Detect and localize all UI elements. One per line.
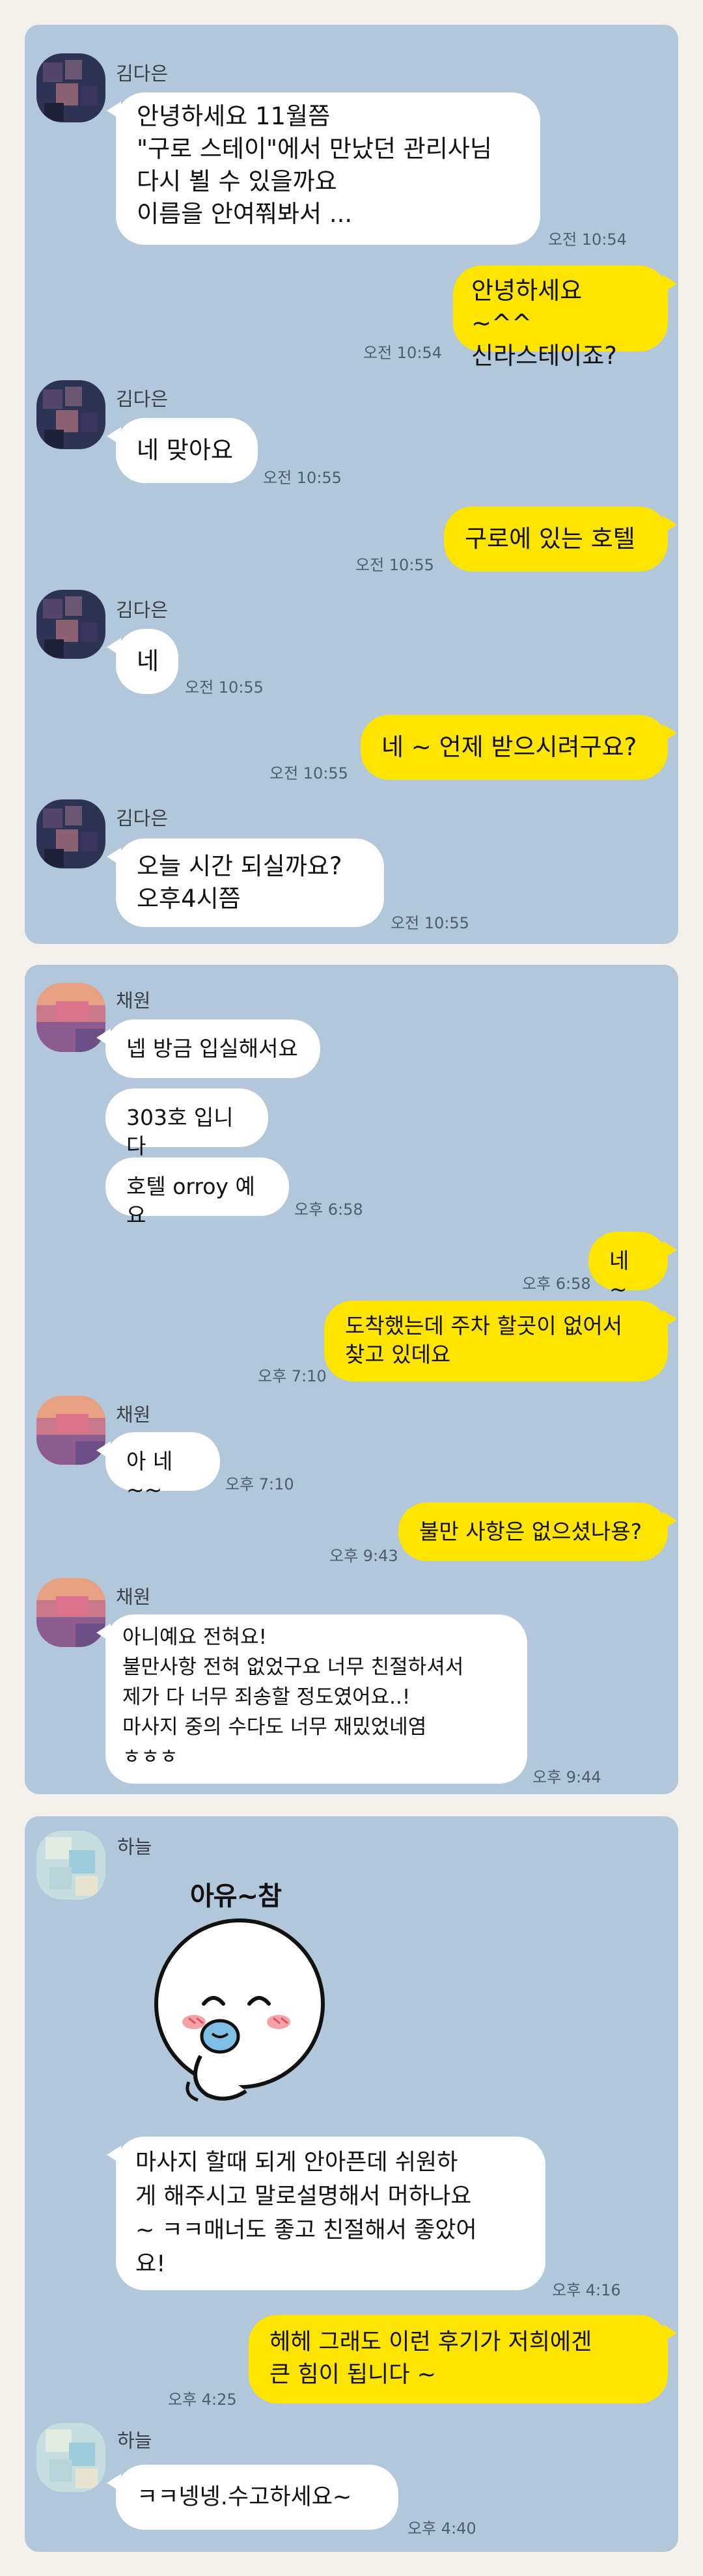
sender-name: 김다은 — [116, 599, 169, 621]
message-time: 오전 10:55 — [355, 556, 434, 574]
message-outgoing[interactable]: 헤헤 그래도 이런 후기가 저희에겐 큰 힘이 됩니다 ~ — [249, 2315, 677, 2403]
message-incoming[interactable]: 303호 입니다 — [105, 1088, 268, 1159]
avatar-chaewon[interactable] — [36, 1396, 105, 1465]
message-outgoing[interactable]: 안녕하세요 ~^^ 신라스테이죠? — [453, 266, 677, 370]
message-outgoing[interactable]: 네 ~ — [588, 1232, 677, 1302]
avatar-kim-daeun[interactable] — [36, 380, 105, 449]
avatar-kim-daeun[interactable] — [36, 590, 105, 659]
avatar-chaewon[interactable] — [36, 983, 105, 1052]
avatar-haneul[interactable] — [36, 1831, 105, 1900]
message-time: 오후 6:58 — [522, 1275, 591, 1293]
message-incoming[interactable]: 안녕하세요 11월쯤 "구로 스테이"에서 만났던 관리사님 다시 뵐 수 있을… — [107, 92, 540, 245]
blushing-face-sticker-icon[interactable]: 아유~참 — [142, 1875, 337, 2122]
message-incoming[interactable]: 네 맞아요 — [107, 418, 258, 483]
message-outgoing[interactable]: 도착했는데 주차 할곳이 없어서 찾고 있데요 — [324, 1301, 677, 1381]
message-time: 오후 9:44 — [532, 1768, 601, 1786]
message-incoming[interactable]: ㅋㅋ넹넹.수고하세요~ — [107, 2465, 398, 2530]
message-incoming[interactable]: 오늘 시간 되실까요? 오후4시쯤 — [107, 838, 384, 927]
message-time: 오전 10:55 — [263, 469, 342, 487]
avatar-chaewon[interactable] — [36, 1578, 105, 1647]
message-time: 오후 6:58 — [294, 1200, 363, 1219]
chat-screenshot-3: 하늘 아유~참 마사지 할때 되게 안아픈데 쉬원하 게 해주시고 말로설명해서… — [25, 1816, 678, 2552]
message-incoming[interactable]: 아니예요 전혀요! 불만사항 전혀 없었구요 너무 친절하셔서 제가 다 너무 … — [96, 1614, 527, 1784]
chat-screenshot-1: 김다은 안녕하세요 11월쯤 "구로 스테이"에서 만났던 관리사님 다시 뵐 … — [25, 25, 678, 944]
sender-name: 김다은 — [116, 388, 169, 410]
message-time: 오후 4:40 — [407, 2519, 476, 2538]
message-time: 오후 9:43 — [329, 1547, 398, 1565]
sender-name: 채원 — [116, 990, 151, 1012]
message-time: 오전 10:55 — [185, 678, 264, 697]
avatar-haneul[interactable] — [36, 2423, 105, 2492]
sender-name: 하늘 — [117, 2430, 152, 2452]
sender-name: 채원 — [116, 1404, 151, 1426]
message-incoming[interactable]: 호텔 orroy 예요 — [105, 1157, 289, 1228]
message-time: 오전 10:55 — [391, 914, 469, 932]
sender-name: 하늘 — [117, 1836, 152, 1858]
avatar-kim-daeun[interactable] — [36, 799, 105, 868]
avatar-kim-daeun[interactable] — [36, 53, 105, 122]
message-outgoing[interactable]: 구로에 있는 호텔 — [444, 506, 677, 572]
sender-name: 김다은 — [116, 62, 169, 85]
message-incoming[interactable]: 넵 방금 입실해서요 — [96, 1019, 320, 1078]
message-outgoing[interactable]: 불만 사항은 없으셨나용? — [398, 1503, 677, 1561]
message-incoming[interactable]: 아 네~~ — [96, 1432, 220, 1503]
message-time: 오후 4:16 — [552, 2281, 621, 2299]
sender-name: 김다은 — [116, 807, 169, 829]
message-incoming[interactable]: 마사지 할때 되게 안아픈데 쉬원하 게 해주시고 말로설명해서 머하나요 ~ … — [107, 2137, 545, 2290]
message-time: 오후 4:25 — [168, 2390, 237, 2409]
sender-name: 채원 — [116, 1586, 151, 1608]
message-time: 오후 7:10 — [258, 1367, 327, 1385]
message-time: 오전 10:55 — [269, 764, 348, 782]
message-time: 오전 10:54 — [548, 230, 627, 249]
message-time: 오전 10:54 — [363, 344, 442, 362]
chat-screenshot-2: 채원 넵 방금 입실해서요 303호 입니다 호텔 orroy 예요 오후 6:… — [25, 965, 678, 1794]
message-outgoing[interactable]: 네 ~ 언제 받으시려구요? — [361, 715, 677, 780]
message-time: 오후 7:10 — [225, 1475, 294, 1493]
message-incoming[interactable]: 네 — [107, 629, 178, 694]
